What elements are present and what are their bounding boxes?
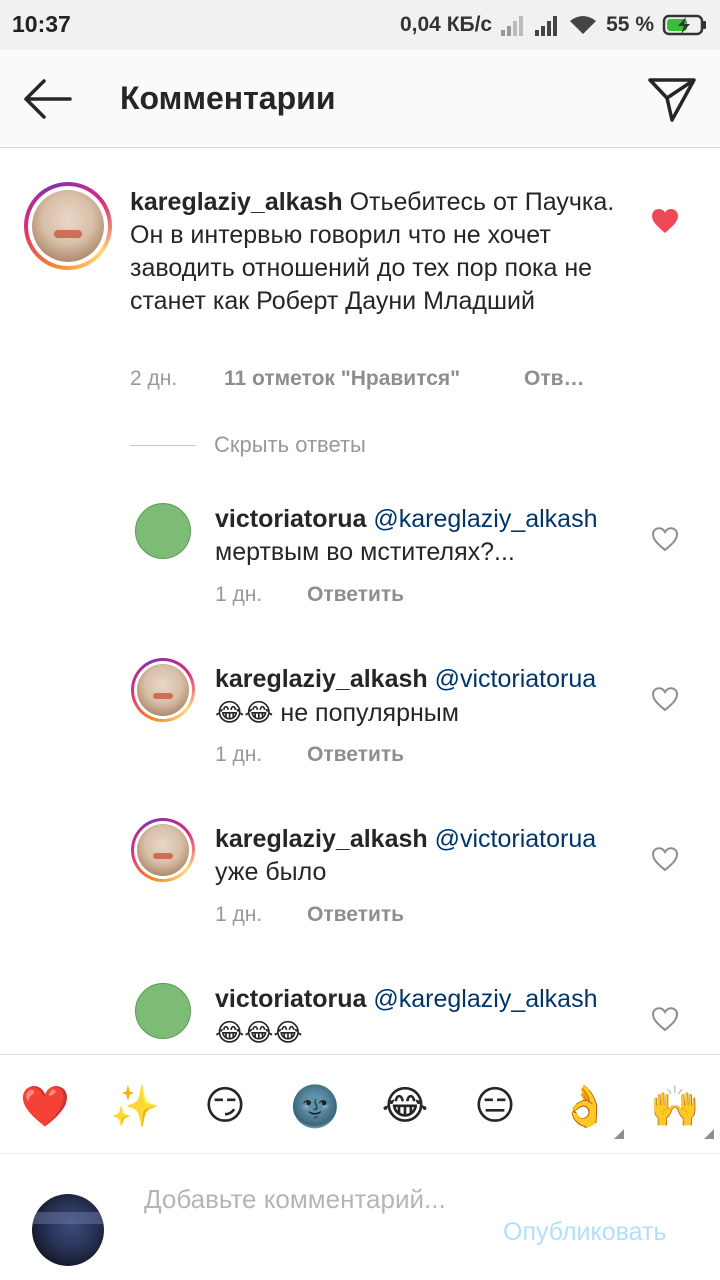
comment-username[interactable]: kareglaziy_alkash <box>130 188 343 216</box>
publish-button[interactable]: Опубликовать <box>503 1218 666 1247</box>
reply-mention[interactable]: @victoriatorua <box>435 825 597 853</box>
emoji-heart[interactable]: ❤️ <box>18 1079 72 1133</box>
wifi-icon <box>570 16 597 34</box>
comment-time: 2 дн. <box>130 367 178 390</box>
reply-mention[interactable]: @kareglaziy_alkash <box>373 985 597 1013</box>
likes-count[interactable]: 11 отметок "Нравится" <box>224 367 524 391</box>
emoji-smirk[interactable]: 😏 <box>198 1079 252 1133</box>
main-comment-text: kareglaziy_alkash Отьебитесь от Паучка. … <box>130 186 630 318</box>
reply-time: 1 дн. <box>215 743 263 766</box>
heart-outline-icon[interactable] <box>651 846 679 872</box>
reply-username[interactable]: kareglaziy_alkash <box>215 825 428 853</box>
reply-meta: 1 дн. Ответить <box>215 903 404 927</box>
signal-icon-2 <box>535 16 558 36</box>
my-avatar <box>32 1194 104 1266</box>
paper-plane-icon <box>648 78 696 122</box>
reply-body: уже было <box>215 858 327 886</box>
reply-button[interactable]: Ответить <box>307 583 404 607</box>
emoji-raising-hands[interactable]: 🙌 <box>648 1079 714 1139</box>
arrow-left-icon <box>24 79 72 119</box>
status-time: 10:37 <box>12 11 71 37</box>
hide-replies-label[interactable]: Скрыть ответы <box>214 432 366 458</box>
skin-tone-indicator <box>704 1129 714 1139</box>
reply-text: kareglaziy_alkash @victoriatorua уже был… <box>215 823 635 889</box>
app-header: Комментарии <box>0 50 720 148</box>
emoji-new-moon-face[interactable]: 🌚 <box>288 1079 342 1133</box>
reply-mention[interactable]: @kareglaziy_alkash <box>373 505 597 533</box>
comment-input[interactable]: Добавьте комментарий... <box>144 1182 484 1216</box>
reply-meta: 1 дн. Ответить <box>215 743 404 767</box>
reply-emoji: 😂😂 <box>215 698 274 727</box>
heart-outline-icon[interactable] <box>651 526 679 552</box>
reply-time: 1 дн. <box>215 583 263 606</box>
main-comment-meta: 2 дн. 11 отметок "Нравится" Отв… <box>130 367 585 391</box>
reply-button[interactable]: Ответить <box>307 903 404 927</box>
avatar-photo <box>137 664 189 716</box>
page-title: Комментарии <box>120 80 336 116</box>
reply-mention[interactable]: @victoriatorua <box>435 665 597 693</box>
reply-button[interactable]: Ответить <box>307 743 404 767</box>
avatar[interactable] <box>135 503 191 559</box>
reply-text: victoriatorua @kareglaziy_alkash 😂😂😂 <box>215 983 635 1050</box>
heart-outline-icon[interactable] <box>651 686 679 712</box>
status-bar: 10:37 0,04 КБ/с 55 % <box>0 0 720 50</box>
avatar[interactable] <box>24 182 112 270</box>
battery-charging-icon <box>662 14 706 36</box>
reply-username[interactable]: victoriatorua <box>215 985 366 1013</box>
avatar[interactable] <box>131 818 195 882</box>
skin-tone-indicator <box>614 1129 624 1139</box>
emoji-sparkles[interactable]: ✨ <box>108 1079 162 1133</box>
emoji-ok-hand-glyph: 👌 <box>560 1083 610 1130</box>
send-direct-button[interactable] <box>646 74 698 126</box>
reply-emoji: 😂😂😂 <box>215 1018 303 1047</box>
reply-username[interactable]: victoriatorua <box>215 505 366 533</box>
heart-outline-icon[interactable] <box>651 1006 679 1032</box>
divider <box>130 444 196 446</box>
comment-composer: Добавьте комментарий... Опубликовать <box>0 1154 720 1280</box>
reply-button[interactable]: Отв… <box>524 367 585 391</box>
emoji-raising-hands-glyph: 🙌 <box>650 1083 700 1130</box>
emoji-expressionless[interactable]: 😑 <box>468 1079 522 1133</box>
reply-body: мертвым во мстителях?... <box>215 538 515 566</box>
emoji-ok-hand[interactable]: 👌 <box>558 1079 624 1139</box>
reply-body: не популярным <box>273 699 459 727</box>
reply-text: victoriatorua @kareglaziy_alkash мертвым… <box>215 503 635 569</box>
back-button[interactable] <box>20 74 74 124</box>
hide-replies[interactable]: Скрыть ответы <box>130 432 366 458</box>
status-indicators: 0,04 КБ/с 55 % <box>400 10 708 40</box>
reply-time: 1 дн. <box>215 903 263 926</box>
signal-icon <box>501 16 524 36</box>
avatar[interactable] <box>131 658 195 722</box>
avatar[interactable] <box>135 983 191 1039</box>
emoji-tears-of-joy[interactable]: 😂 <box>378 1079 432 1133</box>
avatar-photo <box>137 824 189 876</box>
avatar-photo <box>32 190 104 262</box>
battery-percent: 55 % <box>606 13 654 36</box>
net-speed: 0,04 КБ/с <box>399 13 493 36</box>
reply-text: kareglaziy_alkash @victoriatorua 😂😂 не п… <box>215 663 635 730</box>
reply-meta: 1 дн. Ответить <box>215 583 404 607</box>
reply-username[interactable]: kareglaziy_alkash <box>215 665 428 693</box>
heart-filled-icon[interactable] <box>651 208 679 234</box>
emoji-quick-bar: ❤️ ✨ 😏 🌚 😂 😑 👌 🙌 <box>0 1054 720 1154</box>
